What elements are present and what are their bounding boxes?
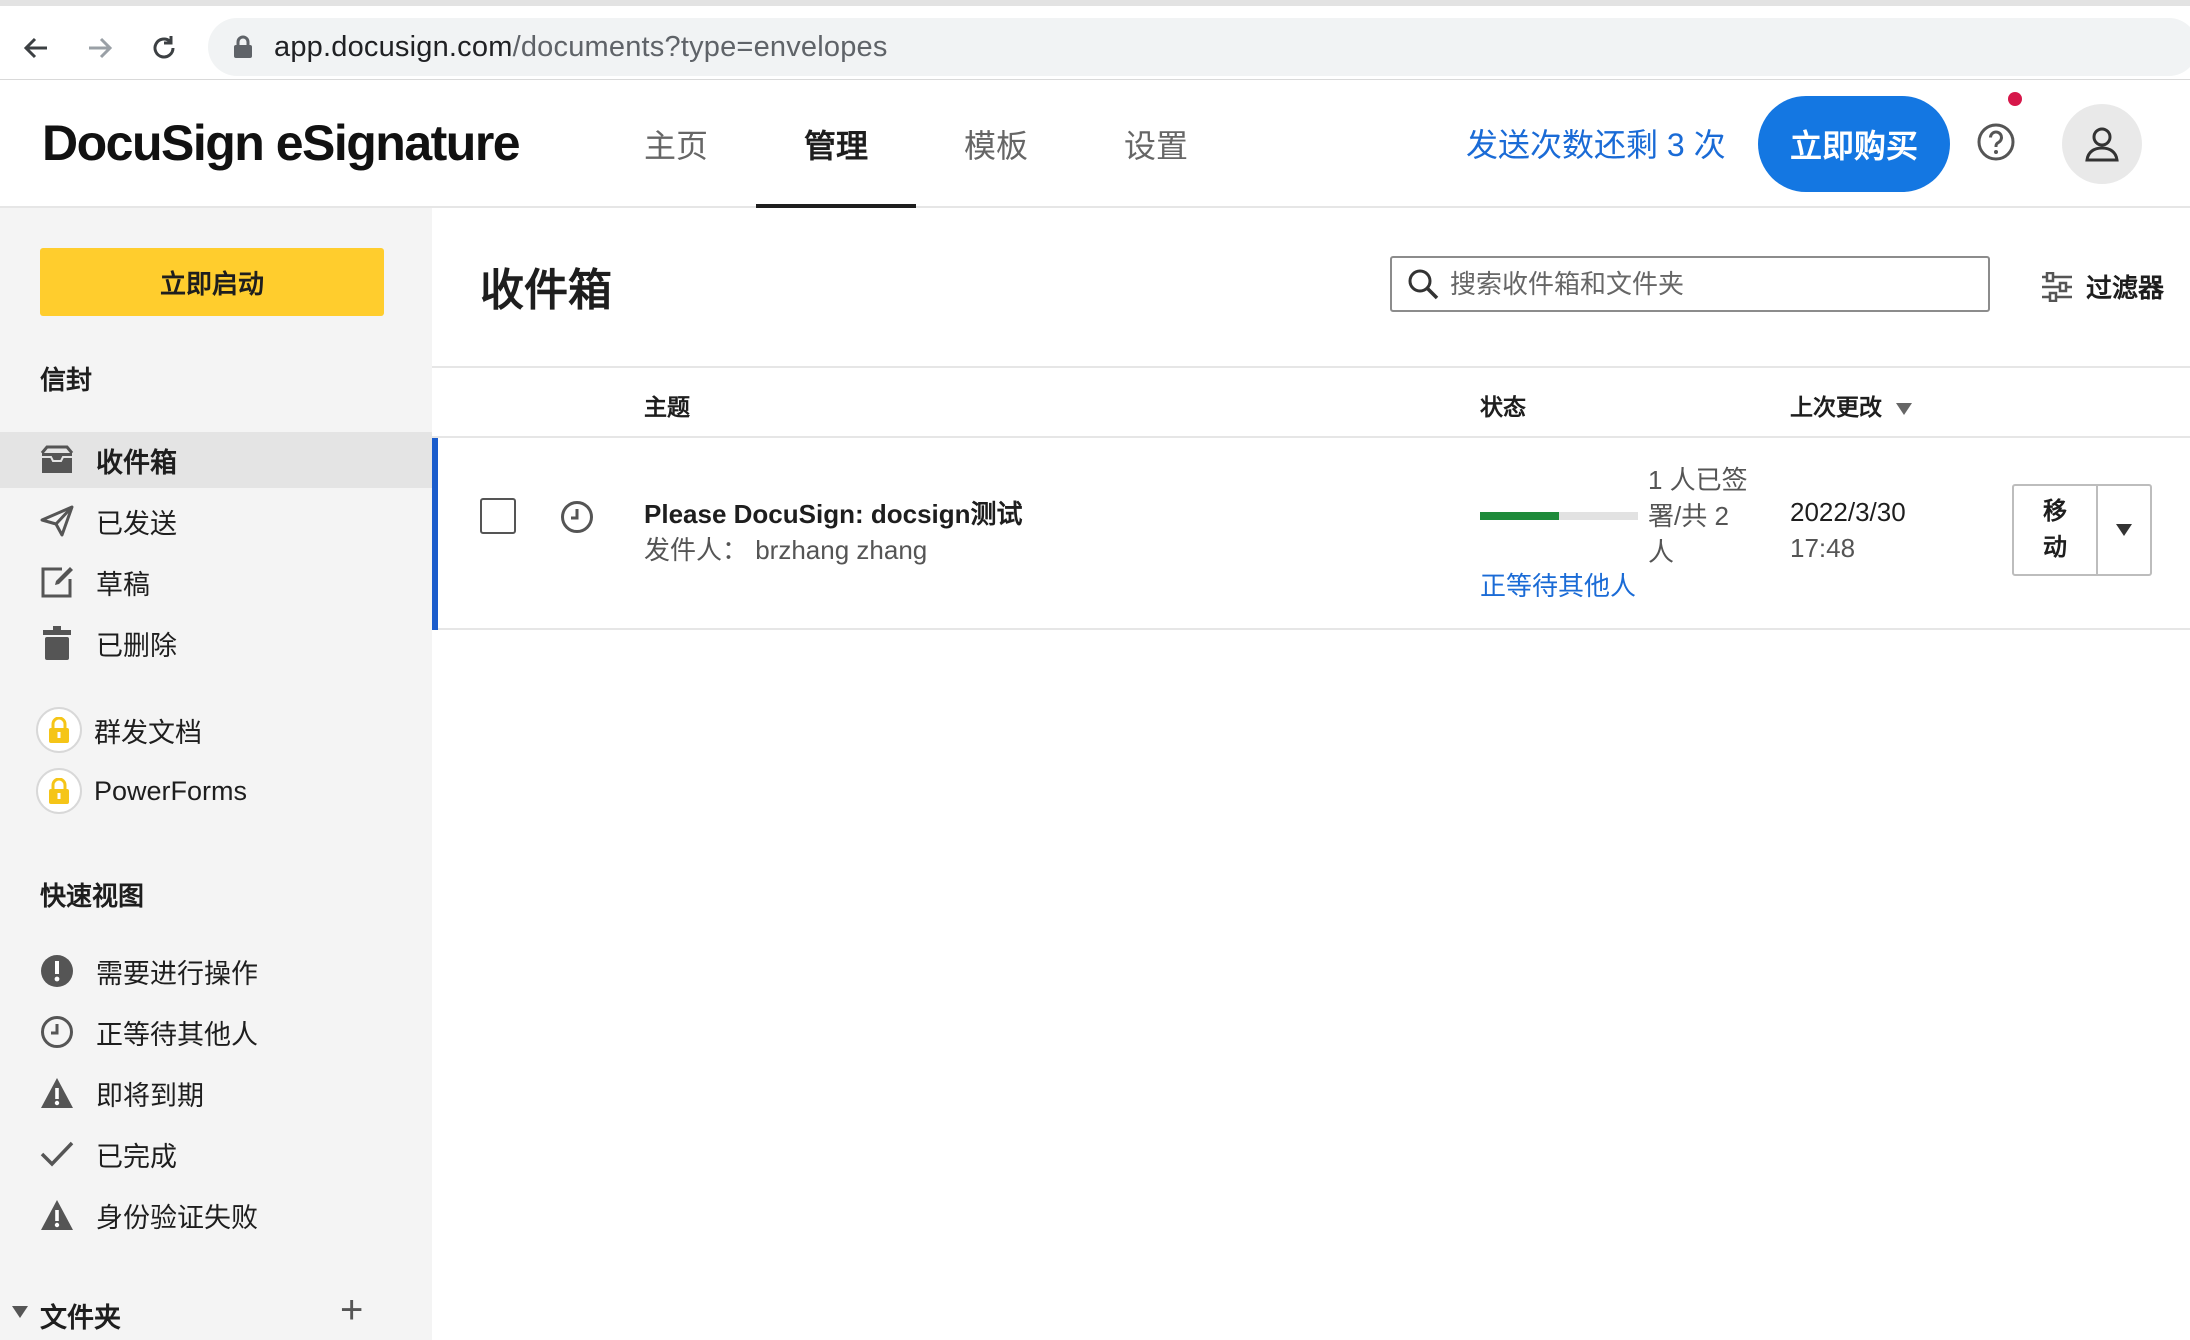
folders-heading[interactable]: 文件夹 xyxy=(40,1296,121,1335)
sidebar-item-waiting-for-others[interactable]: 正等待其他人 xyxy=(0,1004,432,1060)
sends-remaining-link[interactable]: 发送次数还剩 3 次 xyxy=(1466,120,1726,166)
sidebar-item-expiring-soon[interactable]: 即将到期 xyxy=(0,1065,432,1121)
lock-icon xyxy=(36,707,82,753)
avatar[interactable] xyxy=(2062,104,2142,184)
lock-icon xyxy=(234,35,252,58)
table-header: 主题 状态 上次更改 xyxy=(432,366,2190,438)
trash-icon xyxy=(40,626,74,660)
envelopes-heading: 信封 xyxy=(40,365,93,395)
sidebar-item-sent[interactable]: 已发送 xyxy=(0,493,432,549)
docusign-logo[interactable]: DocuSign eSignature xyxy=(42,114,521,172)
search-field[interactable] xyxy=(1390,256,1990,312)
move-button-group: 移动 xyxy=(2012,484,2152,576)
folders-section: 文件夹 + xyxy=(0,1288,432,1340)
notification-dot xyxy=(2008,92,2022,106)
sidebar-item-label: 即将到期 xyxy=(96,1080,204,1111)
tab-settings[interactable]: 设置 xyxy=(1076,80,1236,208)
move-button[interactable]: 移动 xyxy=(2014,486,2098,574)
sidebar-item-label: PowerForms xyxy=(94,775,248,806)
reload-icon xyxy=(153,36,175,59)
main-content: 收件箱 过滤器 主题 状态 上次更改 Please DocuSign: docs… xyxy=(432,208,2190,1340)
search-icon xyxy=(1408,269,1439,300)
search-input[interactable] xyxy=(1450,268,1970,300)
tab-manage[interactable]: 管理 xyxy=(756,80,916,210)
sidebar-item-label: 已完成 xyxy=(96,1141,177,1172)
draft-icon xyxy=(40,565,74,599)
url-text: app.docusign.com/documents?type=envelope… xyxy=(274,30,888,63)
tab-templates[interactable]: 模板 xyxy=(916,80,1076,208)
sidebar-item-label: 身份验证失败 xyxy=(96,1202,258,1233)
column-last-changed[interactable]: 上次更改 xyxy=(1790,388,1912,422)
back-button[interactable] xyxy=(16,28,56,68)
quick-views-heading: 快速视图 xyxy=(40,881,145,911)
signing-progress-fill xyxy=(1480,512,1559,520)
column-status[interactable]: 状态 xyxy=(1480,388,1526,422)
sidebar-item-label: 已删除 xyxy=(96,630,177,661)
forward-button[interactable] xyxy=(80,28,120,68)
user-icon xyxy=(2085,127,2119,162)
tab-home[interactable]: 主页 xyxy=(596,80,756,208)
sliders-icon xyxy=(2042,271,2072,302)
send-icon xyxy=(40,504,74,538)
sidebar-item-label: 已发送 xyxy=(96,508,177,539)
lock-icon xyxy=(36,768,82,814)
sort-desc-icon xyxy=(1896,402,1912,415)
clock-icon xyxy=(561,501,593,533)
page-title: 收件箱 xyxy=(480,266,612,315)
selected-row-indicator xyxy=(432,438,438,630)
move-dropdown-button[interactable] xyxy=(2098,486,2150,574)
column-subject[interactable]: 主题 xyxy=(644,388,690,422)
sidebar-item-label: 收件箱 xyxy=(96,447,177,478)
chevron-down-icon[interactable] xyxy=(12,1306,28,1318)
buy-now-button[interactable]: 立即购买 xyxy=(1758,96,1950,192)
sidebar-item-drafts[interactable]: 草稿 xyxy=(0,554,432,610)
sidebar-item-label: 草稿 xyxy=(96,569,150,600)
app-header: DocuSign eSignature 主页 管理 模板 设置 发送次数还剩 3… xyxy=(0,80,2190,210)
sidebar-item-label: 需要进行操作 xyxy=(96,958,258,989)
filter-button[interactable]: 过滤器 xyxy=(2040,268,2164,305)
sidebar-item-inbox[interactable]: 收件箱 xyxy=(0,432,432,488)
warning-icon xyxy=(40,1076,74,1110)
signed-count: 1 人已签署/共 2 人 xyxy=(1648,465,1748,567)
last-changed-date: 2022/3/30 xyxy=(1790,497,1906,527)
sidebar: 立即启动 信封 收件箱 已发送 草稿 已删除 群发文档 PowerForms 快… xyxy=(0,208,432,1340)
last-changed: 2022/3/30 17:48 xyxy=(1790,494,1906,566)
main-nav: 主页 管理 模板 设置 xyxy=(596,80,1236,210)
chevron-down-icon xyxy=(2116,524,2132,536)
table-row[interactable]: Please DocuSign: docsign测试 发件人： brzhang … xyxy=(432,438,2190,630)
check-icon xyxy=(40,1137,74,1171)
sidebar-item-completed[interactable]: 已完成 xyxy=(0,1126,432,1182)
sidebar-item-deleted[interactable]: 已删除 xyxy=(0,615,432,671)
help-icon[interactable] xyxy=(1976,122,2016,162)
arrow-right-icon xyxy=(89,37,113,59)
sidebar-item-action-required[interactable]: 需要进行操作 xyxy=(0,943,432,999)
add-folder-icon[interactable]: + xyxy=(340,1288,363,1333)
envelope-sender: 发件人： brzhang zhang xyxy=(644,535,928,565)
filter-label: 过滤器 xyxy=(2086,273,2165,303)
browser-toolbar: app.docusign.com/documents?type=envelope… xyxy=(0,0,2190,80)
start-button[interactable]: 立即启动 xyxy=(40,248,384,316)
inbox-icon xyxy=(40,443,74,477)
arrow-left-icon xyxy=(23,37,47,59)
sidebar-item-label: 群发文档 xyxy=(94,717,202,748)
alert-circle-icon xyxy=(40,954,74,988)
sidebar-item-auth-failed[interactable]: 身份验证失败 xyxy=(0,1187,432,1243)
sidebar-item-bulk-send[interactable]: 群发文档 xyxy=(0,702,432,758)
reload-button[interactable] xyxy=(144,28,184,68)
warning-icon xyxy=(40,1198,74,1232)
row-checkbox[interactable] xyxy=(480,498,516,534)
sidebar-item-label: 正等待其他人 xyxy=(96,1019,258,1050)
envelope-subject[interactable]: Please DocuSign: docsign测试 xyxy=(644,494,1023,531)
status-link[interactable]: 正等待其他人 xyxy=(1480,566,1636,603)
clock-icon xyxy=(40,1015,74,1049)
last-changed-time: 17:48 xyxy=(1790,533,1856,563)
sidebar-item-powerforms[interactable]: PowerForms xyxy=(0,763,432,819)
address-bar[interactable]: app.docusign.com/documents?type=envelope… xyxy=(208,18,2190,76)
signing-progress-bar xyxy=(1480,512,1638,520)
